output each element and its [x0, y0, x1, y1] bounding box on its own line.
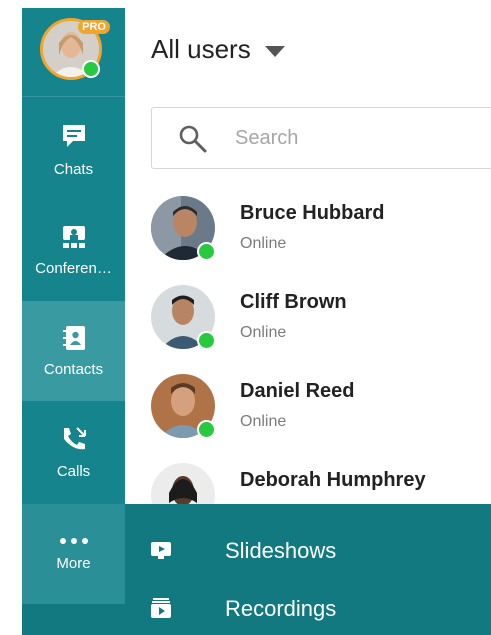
recordings-icon — [151, 598, 171, 618]
app-window: All users Search Bruce Hubbard Online Cl… — [22, 8, 491, 635]
search-placeholder: Search — [235, 127, 299, 149]
contact-row[interactable]: Daniel Reed Online — [151, 374, 491, 460]
page-title: All users — [151, 34, 251, 64]
user-filter-dropdown[interactable]: All users — [151, 34, 285, 65]
caret-down-icon — [264, 45, 285, 57]
online-indicator — [197, 331, 216, 350]
conference-icon — [62, 225, 85, 248]
more-menu-panel: More Slideshows Recordings — [22, 504, 491, 635]
menu-item-recordings[interactable]: Recordings — [125, 584, 491, 634]
more-dots-icon — [59, 537, 88, 544]
sidebar-item-conferences[interactable]: Conferen… — [22, 200, 125, 300]
sidebar-item-label: Conferen… — [35, 259, 112, 277]
menu-item-label: Slideshows — [225, 538, 337, 563]
contacts-icon — [62, 325, 85, 350]
sidebar-item-label: Contacts — [43, 360, 104, 378]
contacts-panel: All users Search Bruce Hubbard Online Cl… — [125, 8, 491, 527]
sidebar-item-chats[interactable]: Chats — [22, 100, 125, 200]
online-indicator — [82, 60, 100, 78]
sidebar-item-label: More — [56, 554, 91, 572]
menu-item-slideshows[interactable]: Slideshows — [125, 526, 491, 576]
search-field[interactable]: Search — [151, 107, 491, 169]
contact-name: Cliff Brown — [240, 291, 347, 313]
sidebar-item-label: Calls — [56, 462, 91, 480]
sidebar-item-more[interactable]: More — [22, 504, 125, 604]
contact-name: Deborah Humphrey — [240, 469, 426, 491]
contact-status: Online — [240, 413, 287, 430]
chat-icon — [62, 124, 85, 147]
contact-status: Online — [240, 235, 287, 252]
contact-name: Bruce Hubbard — [240, 202, 385, 224]
divider — [22, 96, 125, 97]
sidebar-item-calls[interactable]: Calls — [22, 402, 125, 502]
calls-icon — [63, 426, 86, 449]
online-indicator — [197, 242, 216, 261]
contact-row[interactable]: Bruce Hubbard Online — [151, 196, 491, 282]
contact-status: Online — [240, 324, 287, 341]
contact-name: Daniel Reed — [240, 380, 355, 402]
search-icon — [179, 125, 207, 153]
slideshow-icon — [151, 542, 171, 559]
online-indicator — [197, 420, 216, 439]
menu-item-label: Recordings — [225, 596, 337, 621]
sidebar-item-label: Chats — [53, 160, 94, 178]
contact-row[interactable]: Cliff Brown Online — [151, 285, 491, 371]
sidebar-item-contacts[interactable]: Contacts — [22, 301, 125, 401]
profile-avatar-button[interactable]: PRO — [40, 18, 110, 84]
pro-badge: PRO — [78, 20, 110, 34]
